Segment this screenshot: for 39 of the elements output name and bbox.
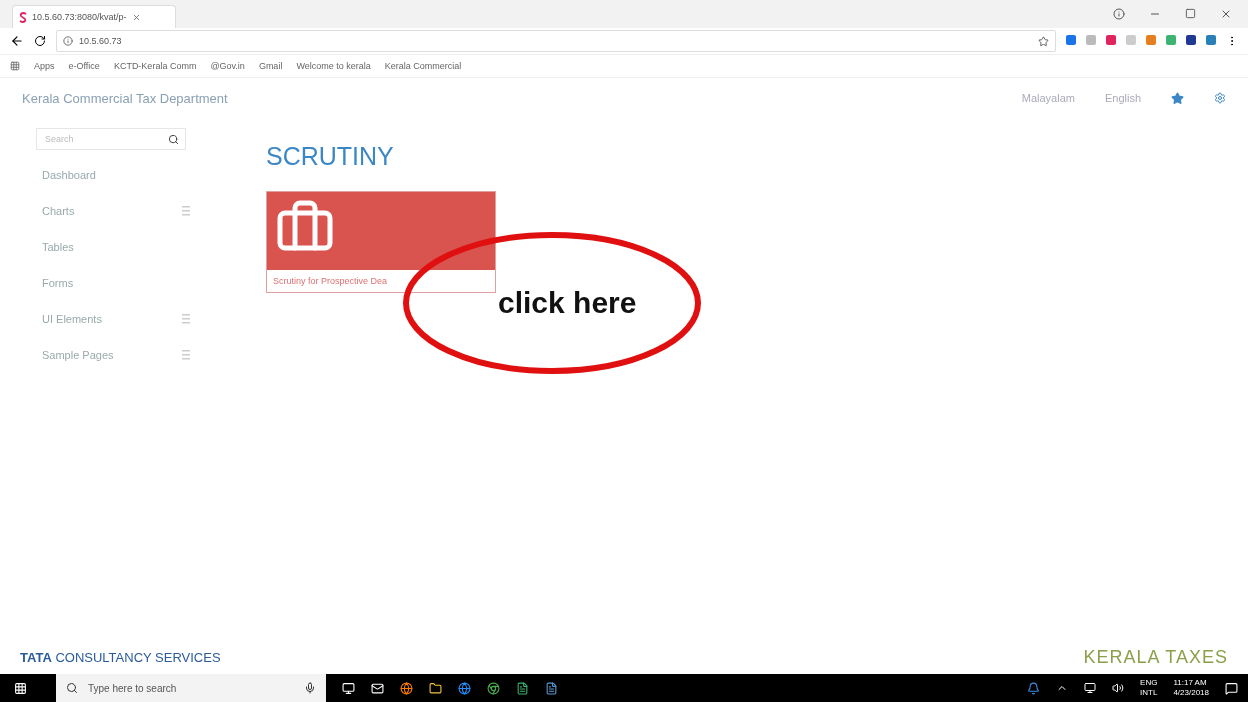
star-icon[interactable] (1171, 91, 1184, 105)
bookmark[interactable]: Kerala Commercial (384, 61, 462, 71)
taskbar-search[interactable]: Type here to search (86, 681, 296, 695)
page-heading: SCRUTINY (266, 142, 395, 171)
settings-icon[interactable] (1214, 92, 1226, 104)
address-bar[interactable]: 10.5.60.73 (56, 30, 1056, 52)
bookmark[interactable]: KCTD-Kerala Comm (113, 61, 197, 71)
close-tab-icon[interactable] (131, 12, 141, 22)
company-logo: TATA CONSULTANCY SERVICES (20, 649, 221, 665)
back-icon[interactable] (10, 34, 24, 48)
mail-icon[interactable] (371, 681, 384, 695)
language-indicator[interactable]: ENG (1140, 678, 1158, 688)
bookmark[interactable]: Apps (34, 61, 55, 71)
annotation-text: click here (498, 286, 637, 320)
search-icon[interactable] (168, 133, 179, 145)
bookmark[interactable]: e-Office (68, 61, 100, 71)
search-icon[interactable] (66, 682, 78, 694)
close-icon[interactable] (1220, 8, 1232, 20)
layout-indicator[interactable]: INTL (1140, 688, 1158, 698)
taskbar-search-box[interactable]: Type here to search (56, 674, 326, 702)
browser-tab[interactable]: 10.5.60.73:8080/kvat/p- (12, 5, 176, 28)
microphone-icon[interactable] (304, 682, 316, 694)
bookmark[interactable]: Gmail (258, 61, 283, 71)
scrutiny-card[interactable]: Scrutiny for Prospective Dea (266, 191, 496, 293)
bookmark[interactable]: Welcome to kerala (296, 61, 371, 71)
bookmark[interactable]: @Gov.in (210, 61, 245, 71)
reload-icon[interactable] (34, 35, 46, 47)
clock-time[interactable]: 11:17 AM (1173, 678, 1209, 688)
favicon-icon (19, 11, 27, 23)
task-view-icon[interactable] (342, 681, 355, 695)
notifications-icon[interactable] (1225, 681, 1238, 695)
volume-icon[interactable] (1112, 682, 1125, 694)
clock-date[interactable]: 4/23/2018 (1173, 688, 1209, 698)
site-title: Kerala Commercial Tax Department (22, 90, 229, 106)
restore-icon[interactable] (1185, 8, 1196, 19)
kerala-taxes-logo: KERALA TAXES (1083, 646, 1228, 668)
folder-icon[interactable] (429, 681, 442, 695)
search-box[interactable]: Search (36, 128, 186, 150)
apps-icon[interactable] (10, 61, 20, 71)
